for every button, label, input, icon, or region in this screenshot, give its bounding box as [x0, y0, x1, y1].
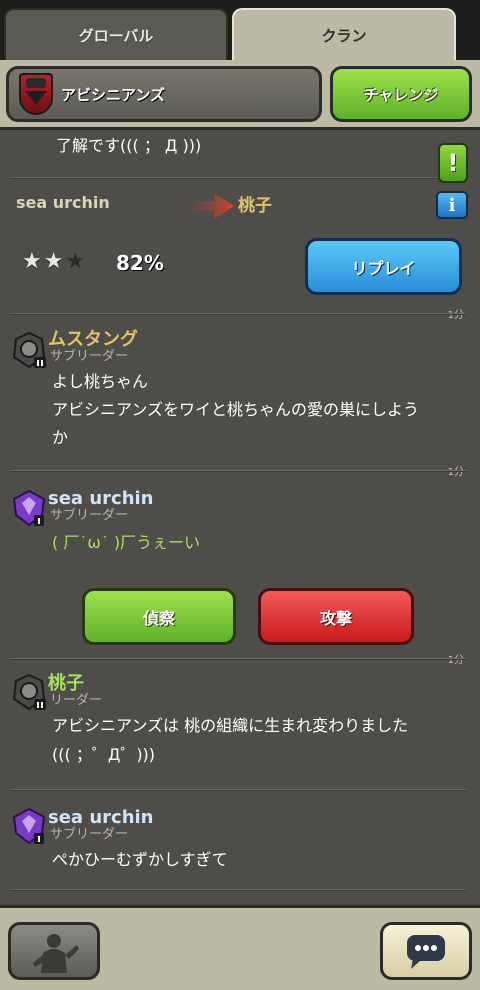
league-badge-icon: [12, 331, 46, 369]
sender-name: 桃子: [48, 673, 84, 694]
destruction-percent: 82%: [116, 251, 164, 275]
divider: [10, 889, 466, 891]
replay-button[interactable]: リプレイ: [305, 238, 462, 295]
clan-info-button[interactable]: アビシニアンズ: [6, 66, 322, 122]
chat-input-button[interactable]: [380, 922, 472, 980]
attack-button[interactable]: 攻撃: [258, 588, 414, 645]
sender-name: ムスタング: [48, 329, 138, 350]
league-badge-icon: [12, 673, 46, 711]
info-icon[interactable]: i: [436, 191, 468, 219]
message-text: 了解です((( ； Д ))): [56, 136, 202, 155]
emote-icon: [33, 934, 79, 973]
sender-name: sea urchin: [48, 488, 154, 509]
message-text: よし桃ちゃん: [52, 372, 149, 391]
sender-name: sea urchin: [48, 807, 154, 828]
chat-footer: [0, 905, 480, 990]
message-text: アビシニアンズをワイと桃ちゃんの愛の巣にしよう: [52, 400, 420, 419]
league-badge-icon: [12, 807, 46, 845]
attacker-name: sea urchin: [16, 193, 110, 212]
message-text: ((( ；゜Д゜))): [52, 745, 156, 764]
divider: [10, 177, 466, 179]
scout-button[interactable]: 偵察: [82, 588, 236, 645]
tab-bar: グローバル クラン: [0, 0, 480, 62]
exclamation-icon[interactable]: !: [438, 143, 468, 183]
league-badge-icon: [12, 489, 46, 527]
star-icon: ★: [22, 249, 42, 274]
attack-arrow-icon: [178, 193, 234, 219]
tab-clan[interactable]: クラン: [232, 8, 456, 60]
chat-feed[interactable]: 了解です((( ； Д ))) ! sea urchin 桃子 i ★ ★ ★ …: [0, 133, 480, 905]
divider: [10, 313, 466, 315]
clan-badge-icon: [19, 73, 53, 115]
clan-name: アビシニアンズ: [61, 85, 166, 104]
message-text: か: [52, 428, 69, 447]
divider: [10, 658, 466, 660]
message-text: アビシニアンズは 桃の組織に生まれ変わりました: [52, 716, 409, 735]
sender-role: サブリーダー: [50, 508, 129, 523]
tab-global[interactable]: グローバル: [4, 8, 228, 60]
challenge-button[interactable]: チャレンジ: [330, 66, 472, 122]
divider: [10, 789, 466, 791]
star-icon: ★: [43, 249, 64, 274]
stars-rating: ★ ★ ★: [22, 251, 85, 273]
message-text: ぺかひーむずかしすぎて: [52, 850, 228, 869]
sender-role: サブリーダー: [50, 827, 129, 842]
sender-role: リーダー: [50, 693, 103, 708]
defender-name: 桃子: [238, 196, 272, 216]
emote-button[interactable]: [8, 922, 100, 980]
clan-header: アビシニアンズ チャレンジ: [0, 60, 480, 130]
divider: [10, 470, 466, 472]
sender-role: サブリーダー: [50, 349, 129, 364]
message-text: ( 厂˙ω˙ )厂うぇーい: [52, 533, 201, 552]
chat-bubble-icon: [407, 935, 445, 969]
star-empty-icon: ★: [65, 249, 86, 274]
